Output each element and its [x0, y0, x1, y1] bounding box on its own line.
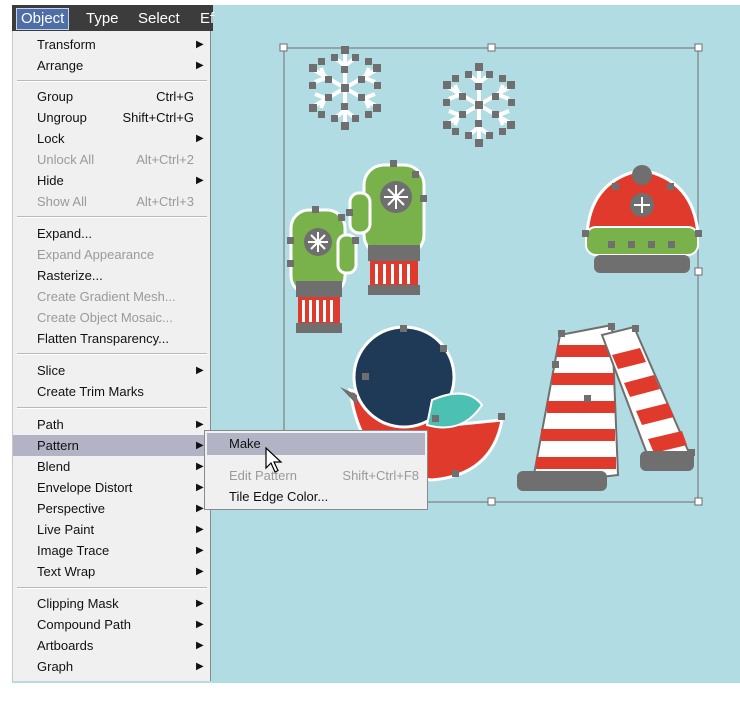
menu-item-label: Tile Edge Color... — [229, 489, 329, 504]
submenu-arrow-icon: ▶ — [196, 619, 204, 630]
menu-item-label: Envelope Distort — [37, 480, 133, 495]
menu-item-image-trace[interactable]: Image Trace ▶ — [13, 540, 212, 561]
submenu-arrow-icon: ▶ — [196, 566, 204, 577]
menu-item-label: Path — [37, 417, 64, 432]
menu-item-label: Create Object Mosaic... — [37, 310, 173, 325]
menu-item-label: Unlock All — [37, 152, 95, 167]
menu-item-label: Create Trim Marks — [37, 384, 144, 399]
menu-shortcut: Ctrl+G — [156, 89, 194, 104]
menu-item-label: Hide — [37, 173, 64, 188]
submenu-arrow-icon: ▶ — [196, 60, 204, 71]
menu-object[interactable]: Object — [16, 8, 70, 30]
menu-item-live-paint[interactable]: Live Paint ▶ — [13, 519, 212, 540]
menu-item-label: Transform — [37, 37, 96, 52]
submenu-arrow-icon: ▶ — [196, 440, 204, 451]
submenu-arrow-icon: ▶ — [196, 39, 204, 50]
menu-shortcut: Alt+Ctrl+2 — [136, 152, 194, 167]
menu-item-label: Image Trace — [37, 543, 110, 558]
menu-item-expand-appearance[interactable]: Expand Appearance — [13, 244, 212, 265]
submenu-arrow-icon: ▶ — [196, 365, 204, 376]
menu-item-label: Perspective — [37, 501, 105, 516]
menu-item-show-all[interactable]: Show All Alt+Ctrl+3 — [13, 191, 212, 212]
menu-item-label: Lock — [37, 131, 65, 146]
menu-item-arrange[interactable]: Arrange ▶ — [13, 55, 212, 76]
menu-item-create-trim-marks[interactable]: Create Trim Marks — [13, 381, 212, 402]
menu-item-label: Ungroup — [37, 110, 87, 125]
menu-item-label: Slice — [37, 363, 66, 378]
menu-separator — [17, 216, 207, 218]
submenu-arrow-icon: ▶ — [196, 598, 204, 609]
menu-item-label: Show All — [37, 194, 87, 209]
submenu-arrow-icon: ▶ — [196, 175, 204, 186]
menu-separator — [17, 407, 207, 409]
menu-item-hide[interactable]: Hide ▶ — [13, 170, 212, 191]
menu-item-group[interactable]: Group Ctrl+G — [13, 86, 212, 107]
submenu-item-tile-edge-color[interactable]: Tile Edge Color... — [207, 486, 425, 508]
menu-effect[interactable]: Ef — [200, 10, 214, 28]
menu-shortcut: Shift+Ctrl+F8 — [342, 468, 419, 483]
submenu-arrow-icon: ▶ — [196, 640, 204, 651]
menu-shortcut: Alt+Ctrl+3 — [136, 194, 194, 209]
object-menu: Transform ▶ Arrange ▶ Group Ctrl+G Ungroup S… — [12, 31, 212, 681]
menu-item-perspective[interactable]: Perspective ▶ — [13, 498, 212, 519]
menu-item-blend[interactable]: Blend ▶ — [13, 456, 212, 477]
submenu-arrow-icon: ▶ — [196, 482, 204, 493]
menu-item-transform[interactable]: Transform ▶ — [13, 34, 212, 55]
submenu-arrow-icon: ▶ — [196, 419, 204, 430]
menu-item-label: Flatten Transparency... — [37, 331, 169, 346]
menu-item-label: Expand Appearance — [37, 247, 155, 262]
submenu-item-edit-pattern[interactable]: Edit Pattern Shift+Ctrl+F8 — [207, 465, 425, 487]
menu-item-label: Make — [229, 436, 261, 451]
menu-separator — [17, 587, 207, 589]
menu-item-label: Graph — [37, 659, 74, 674]
menu-item-label: Pattern — [37, 438, 79, 453]
menu-item-rasterize[interactable]: Rasterize... — [13, 265, 212, 286]
menu-item-expand[interactable]: Expand... — [13, 223, 212, 244]
status-strip — [12, 683, 740, 707]
menu-item-label: Artboards — [37, 638, 94, 653]
menu-type[interactable]: Type — [86, 10, 119, 28]
menu-item-pattern[interactable]: Pattern ▶ — [13, 435, 212, 456]
menu-item-label: Arrange — [37, 58, 84, 73]
submenu-arrow-icon: ▶ — [196, 133, 204, 144]
pattern-submenu: Make Edit Pattern Shift+Ctrl+F8 Tile Edge… — [204, 430, 428, 510]
menu-item-label: Rasterize... — [37, 268, 103, 283]
submenu-arrow-icon: ▶ — [196, 503, 204, 514]
menu-bar: Object Type Select Ef — [12, 5, 214, 31]
submenu-item-make[interactable]: Make — [207, 433, 425, 455]
submenu-arrow-icon: ▶ — [196, 661, 204, 672]
menu-item-create-object-mosaic[interactable]: Create Object Mosaic... — [13, 307, 212, 328]
menu-item-ungroup[interactable]: Ungroup Shift+Ctrl+G — [13, 107, 212, 128]
menu-shortcut: Shift+Ctrl+G — [122, 110, 194, 125]
menu-separator — [17, 80, 207, 82]
menu-item-flatten-transparency[interactable]: Flatten Transparency... — [13, 328, 212, 349]
menu-select[interactable]: Select — [138, 10, 180, 28]
menu-item-label: Expand... — [37, 226, 92, 241]
menu-separator — [17, 353, 207, 355]
menu-item-text-wrap[interactable]: Text Wrap ▶ — [13, 561, 212, 582]
menu-item-label: Edit Pattern — [229, 468, 297, 483]
menu-item-envelope-distort[interactable]: Envelope Distort ▶ — [13, 477, 212, 498]
menu-item-compound-path[interactable]: Compound Path ▶ — [13, 614, 212, 635]
menu-item-create-gradient-mesh[interactable]: Create Gradient Mesh... — [13, 286, 212, 307]
menu-item-label: Group — [37, 89, 74, 104]
mouse-pointer-icon — [265, 447, 283, 473]
menu-item-label: Clipping Mask — [37, 596, 119, 611]
menu-item-artboards[interactable]: Artboards ▶ — [13, 635, 212, 656]
menu-item-slice[interactable]: Slice ▶ — [13, 360, 212, 381]
menu-item-lock[interactable]: Lock ▶ — [13, 128, 212, 149]
menu-item-label: Compound Path — [37, 617, 131, 632]
submenu-arrow-icon: ▶ — [196, 545, 204, 556]
menu-item-label: Blend — [37, 459, 71, 474]
menu-item-clipping-mask[interactable]: Clipping Mask ▶ — [13, 593, 212, 614]
menu-item-label: Live Paint — [37, 522, 95, 537]
submenu-arrow-icon: ▶ — [196, 461, 204, 472]
submenu-arrow-icon: ▶ — [196, 524, 204, 535]
menu-item-label: Create Gradient Mesh... — [37, 289, 176, 304]
menu-item-path[interactable]: Path ▶ — [13, 414, 212, 435]
menu-item-graph[interactable]: Graph ▶ — [13, 656, 212, 677]
menu-item-unlock-all[interactable]: Unlock All Alt+Ctrl+2 — [13, 149, 212, 170]
menu-item-label: Text Wrap — [37, 564, 96, 579]
